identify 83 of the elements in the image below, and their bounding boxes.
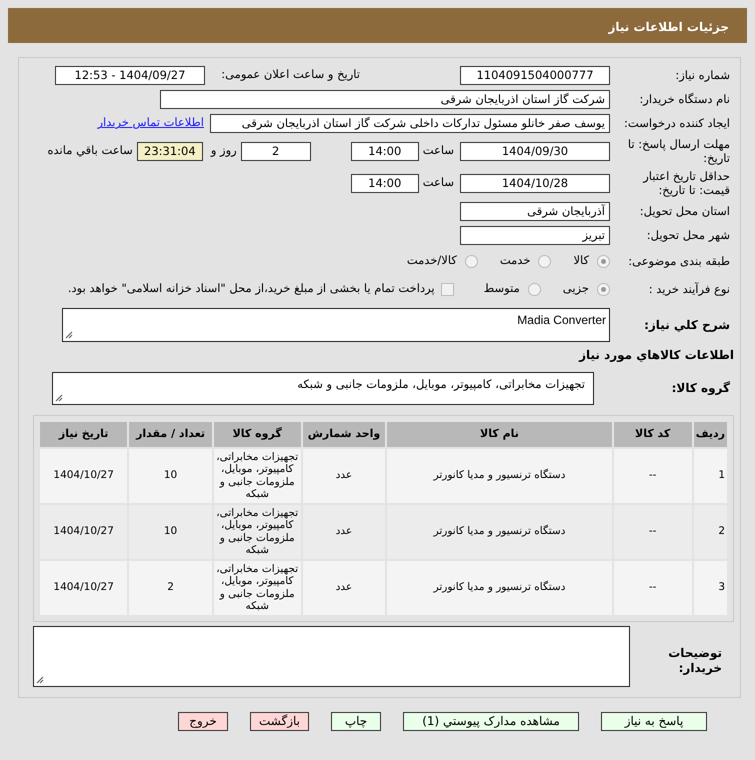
field-label: گروه کالا: (670, 381, 731, 396)
buyer-notes-box[interactable] (33, 626, 630, 686)
table-cell: تجهیزات مخابراتی، کامپیوتر، موبایل، ملزومات جانبی و شبکه (214, 448, 301, 502)
field-label: روز و (210, 142, 237, 160)
radio-label: کالا/خدمت (406, 252, 457, 270)
radio-button[interactable] (597, 254, 610, 268)
resize-grip-icon[interactable] (36, 676, 44, 684)
field-label: استان محل تحویل: (638, 204, 731, 218)
table-cell: 10 (129, 504, 212, 558)
column-header: تاریخ نیاز (40, 422, 128, 446)
table-cell: 1404/10/27 (40, 448, 128, 502)
field-label: تاریخ و ساعت اعلان عمومی: (220, 66, 360, 84)
table-cell: 1 (694, 448, 727, 502)
deadline-time-field: 14:00 (350, 142, 419, 160)
resize-grip-icon[interactable] (55, 394, 63, 402)
checkbox-label: پرداخت تمام یا بخشی از مبلغ خرید،از محل "اسناد خزانه اسلامی" خواهد بود. (68, 280, 435, 298)
page-header: جزئیات اطلاعات نیاز (8, 8, 747, 43)
table-cell: دستگاه ترنسیور و مدیا کانورتر (387, 504, 612, 558)
radio-label: خدمت (500, 252, 530, 270)
table-cell: 2 (694, 504, 727, 558)
column-header: ردیف (694, 422, 727, 446)
field-label: شرح کلي نیاز: (643, 318, 731, 332)
creator-field: یوسف صفر خانلو مسئول تدارکات داخلی شرکت گاز استان اذربایجان شرقی (210, 114, 610, 132)
column-header: واحد شمارش (302, 422, 386, 446)
table-cell: -- (614, 448, 692, 502)
description-text: Madia Converter (517, 312, 606, 329)
action-button[interactable]: چاپ (331, 712, 381, 730)
table-cell: -- (614, 504, 692, 558)
goods-group-text: تجهیزات مخابراتی، کامپیوتر، موبایل، ملزومات جانبی و شبکه (297, 376, 585, 393)
table-cell: 2 (129, 560, 212, 614)
table-cell: عدد (302, 448, 386, 502)
table-cell: عدد (302, 560, 386, 614)
announce-date-field: 1404/09/27 - 12:53 (55, 66, 205, 84)
action-button[interactable]: پاسخ به نیاز (601, 712, 707, 730)
table-cell: 1404/10/27 (40, 560, 128, 614)
table-cell: دستگاه ترنسیور و مدیا کانورتر (387, 448, 612, 502)
action-button[interactable]: مشاهده مدارک پیوستي (1) (403, 712, 579, 730)
radio-button[interactable] (597, 282, 610, 296)
resize-grip-icon[interactable] (65, 331, 73, 339)
field-label: نوع فرآیند خرید : (648, 282, 731, 296)
table-cell: 1404/10/27 (40, 504, 128, 558)
table-cell: -- (614, 560, 692, 614)
action-button[interactable]: بازگشت (250, 712, 309, 730)
field-label: شماره نیاز: (674, 68, 731, 82)
deadline-date-field: 1404/09/30 (460, 142, 610, 160)
table-cell: 10 (129, 448, 212, 502)
field-label: توضیحات خریدار: (667, 644, 723, 676)
column-header: گروه کالا (214, 422, 301, 446)
field-label: ساعت (422, 174, 454, 192)
radio-button[interactable] (528, 282, 541, 296)
buyer-field: شرکت گاز استان اذربایجان شرقی (160, 90, 610, 108)
column-header: نام کالا (387, 422, 612, 446)
buyer-contact-link[interactable]: اطلاعات تماس خریدار (97, 114, 204, 132)
table-cell: دستگاه ترنسیور و مدیا کانورتر (387, 560, 612, 614)
column-header: کد کالا (614, 422, 692, 446)
remaining-time-field: 23:31:04 (136, 142, 203, 160)
field-label: ساعت باقي مانده (48, 142, 133, 160)
table-cell: تجهیزات مخابراتی، کامپیوتر، موبایل، ملزومات جانبی و شبکه (214, 560, 301, 614)
radio-button[interactable] (538, 254, 552, 268)
action-button[interactable]: خروج (178, 712, 228, 730)
column-header: تعداد / مقدار (129, 422, 212, 446)
days-field: 2 (240, 142, 311, 160)
radio-label: متوسط (484, 280, 520, 298)
field-label: شهر محل تحویل: (646, 228, 731, 242)
section-title: اطلاعات کالاهاي مورد نیاز (579, 347, 734, 364)
field-label: نام دستگاه خریدار: (638, 92, 731, 106)
province-field: آذربایجان شرقی (460, 202, 610, 220)
field-label: حداقل تاریخ اعتبار قیمت: تا تاریخ: (642, 168, 731, 198)
field-label: ساعت (422, 142, 454, 160)
table-cell: تجهیزات مخابراتی، کامپیوتر، موبایل، ملزومات جانبی و شبکه (214, 504, 301, 558)
radio-label: جزیی (562, 280, 589, 298)
radio-label: کالا (573, 252, 589, 270)
field-label: ایجاد کننده درخواست: (623, 116, 731, 130)
table-cell: عدد (302, 504, 386, 558)
need-number-field: 1104091504000777 (460, 66, 610, 84)
validity-time-field: 14:00 (350, 174, 419, 192)
checkbox[interactable] (440, 282, 454, 296)
radio-button[interactable] (464, 254, 478, 268)
field-label: مهلت ارسال پاسخ: تا تاریخ: (626, 136, 731, 166)
field-label: طبقه بندی موضوعی: (627, 254, 731, 268)
validity-date-field: 1404/10/28 (460, 174, 610, 192)
city-field: تبریز (460, 226, 610, 244)
table-cell: 3 (694, 560, 727, 614)
